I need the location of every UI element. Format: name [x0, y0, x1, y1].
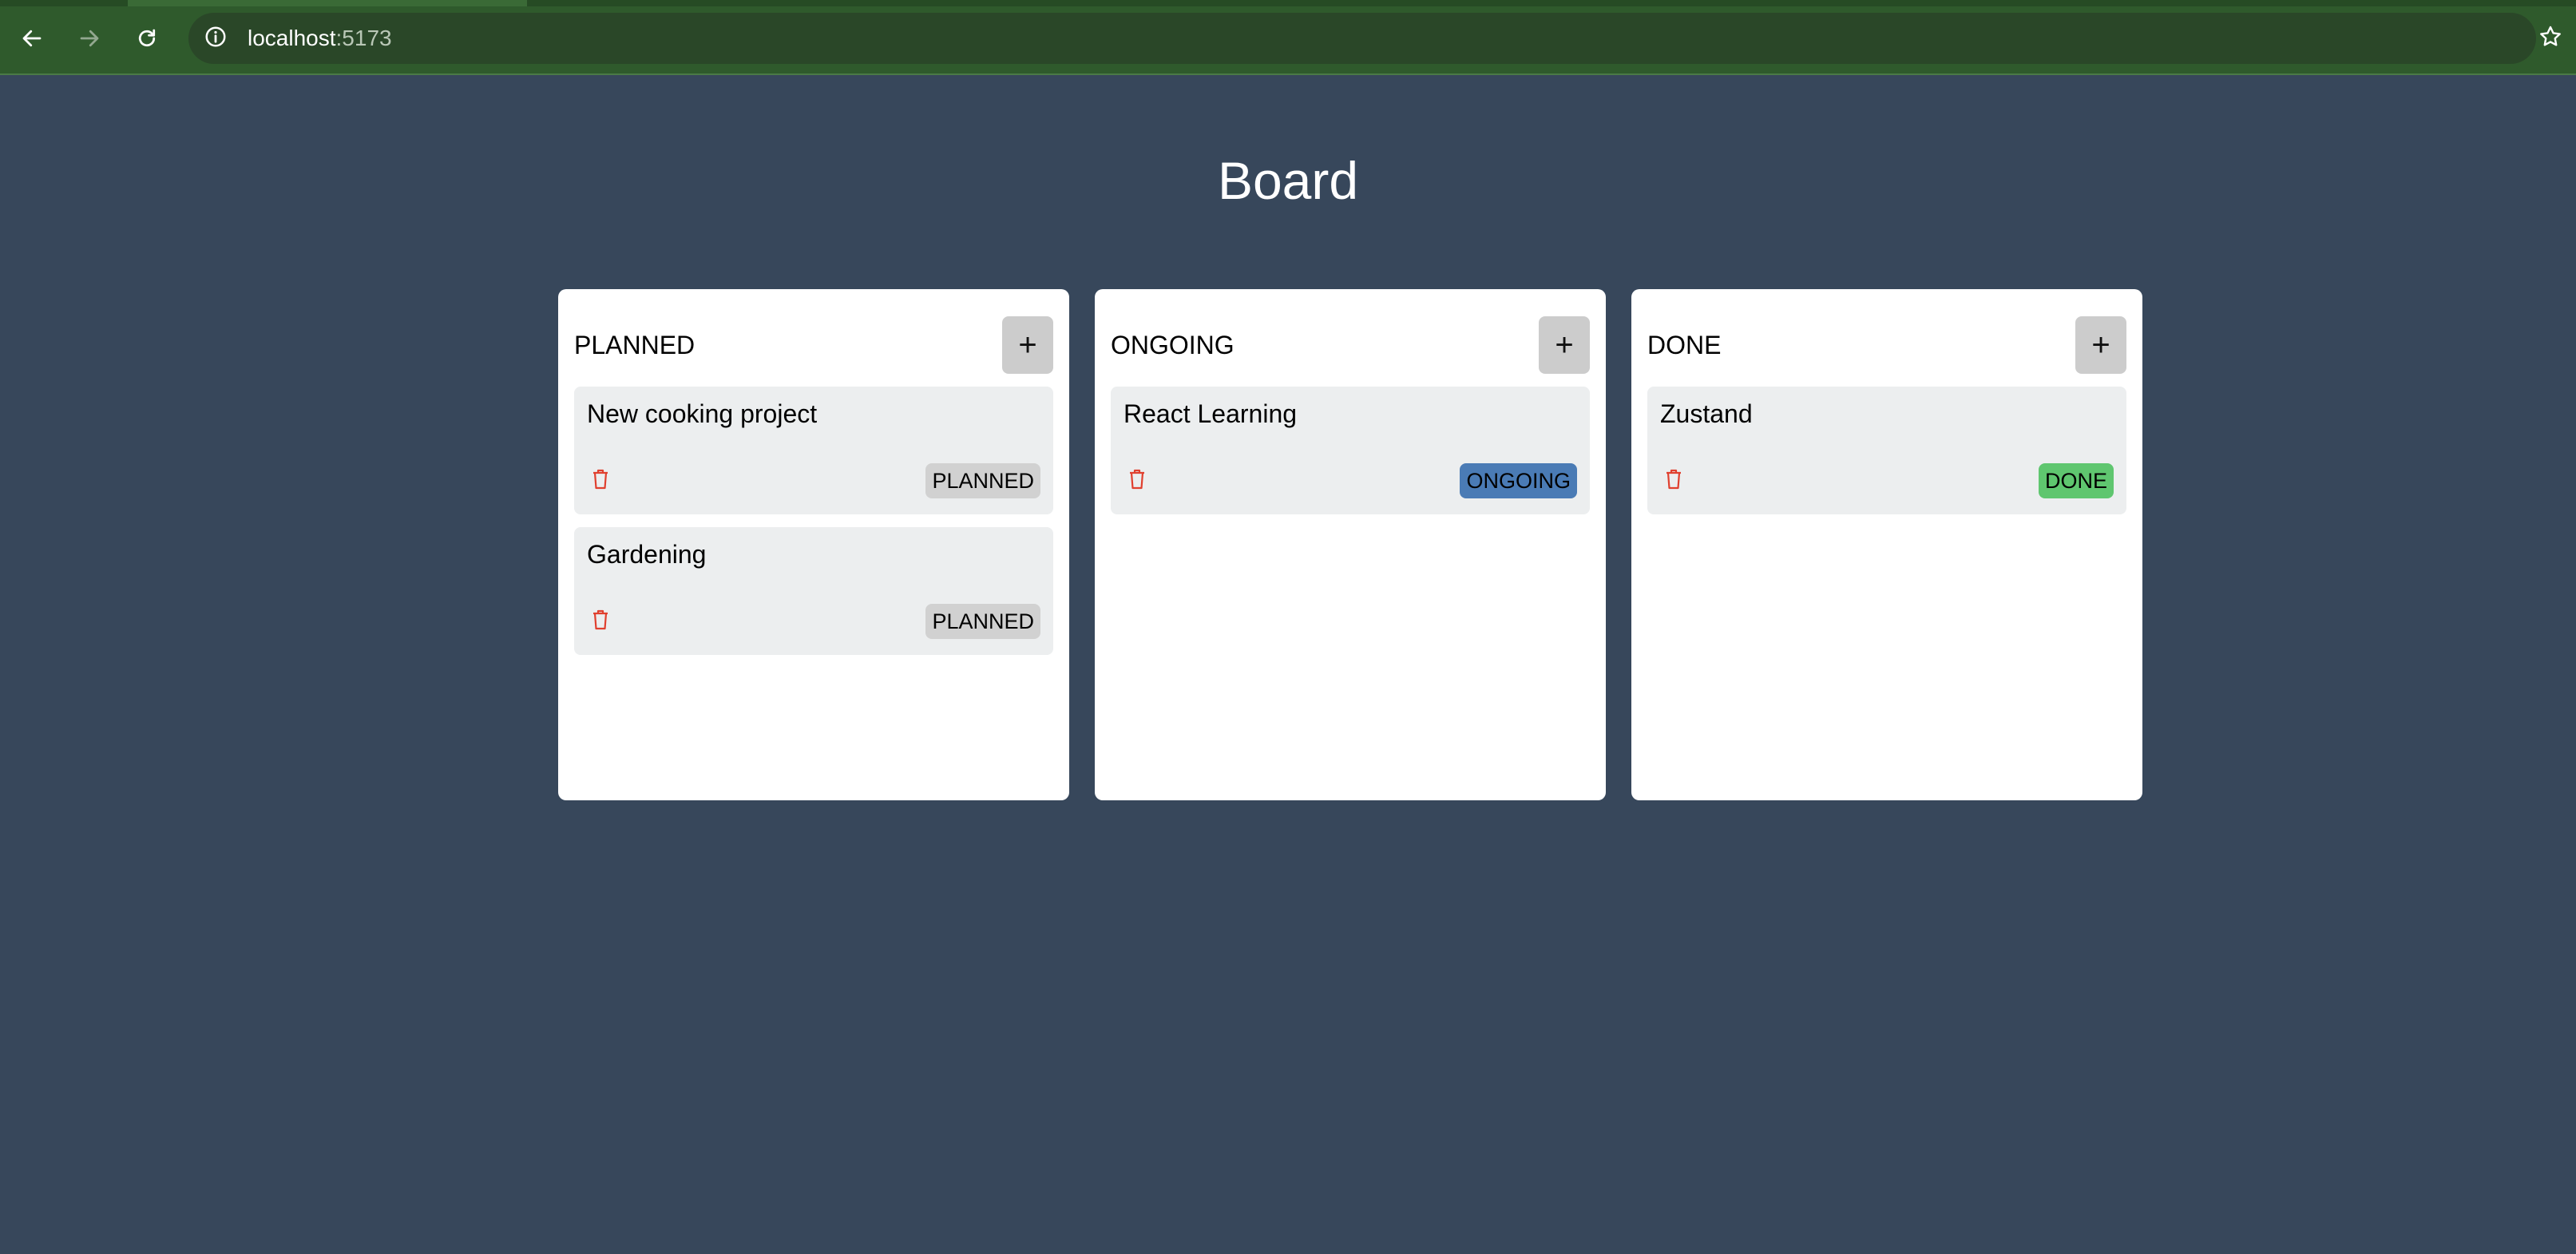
delete-task-button[interactable] — [589, 607, 612, 636]
status-badge: PLANNED — [925, 463, 1040, 498]
tab-strip — [0, 0, 2576, 6]
active-tab-indicator — [128, 0, 527, 6]
browser-toolbar: localhost:5173 — [0, 0, 2576, 75]
address-bar[interactable]: localhost:5173 — [188, 13, 2536, 64]
forward-button[interactable] — [69, 18, 110, 59]
column-title: ONGOING — [1111, 331, 1234, 359]
column-title: PLANNED — [574, 331, 696, 359]
site-info-button[interactable] — [200, 22, 232, 54]
status-badge: DONE — [2038, 463, 2114, 498]
task-title: New cooking project — [587, 399, 818, 428]
trash-icon — [591, 609, 610, 635]
add-task-button[interactable]: + — [1002, 316, 1053, 374]
task-card[interactable]: Zustand DONE — [1647, 387, 2126, 514]
task-title: Gardening — [587, 540, 707, 569]
task-card[interactable]: New cooking project PLANNED — [574, 387, 1053, 514]
reload-icon — [135, 26, 159, 50]
column-ongoing: ONGOING + React Learning ONGOING — [1095, 289, 1606, 800]
delete-task-button[interactable] — [1662, 466, 1686, 495]
delete-task-button[interactable] — [1125, 466, 1149, 495]
url-host: localhost — [248, 26, 336, 50]
url-port: :5173 — [335, 26, 392, 50]
delete-task-button[interactable] — [589, 466, 612, 495]
arrow-left-icon — [20, 26, 44, 50]
trash-icon — [1127, 468, 1147, 494]
task-card[interactable]: React Learning ONGOING — [1111, 387, 1590, 514]
star-icon — [2538, 24, 2563, 54]
column-header: DONE + — [1647, 316, 2126, 374]
trash-icon — [591, 468, 610, 494]
column-header: PLANNED + — [574, 316, 1053, 374]
task-title: Zustand — [1660, 399, 1753, 428]
url-text[interactable]: localhost:5173 — [248, 24, 392, 53]
status-badge: PLANNED — [925, 604, 1040, 639]
column-done: DONE + Zustand DONE — [1631, 289, 2142, 800]
back-button[interactable] — [11, 18, 53, 59]
column-header: ONGOING + — [1111, 316, 1590, 374]
task-title: React Learning — [1124, 399, 1298, 428]
status-badge: ONGOING — [1460, 463, 1577, 498]
add-task-button[interactable]: + — [1539, 316, 1590, 374]
trash-icon — [1664, 468, 1683, 494]
column-planned: PLANNED + New cooking project PLANNED Ga… — [558, 289, 1069, 800]
arrow-right-icon — [77, 26, 101, 50]
reload-button[interactable] — [126, 18, 168, 59]
page-title: Board — [1217, 151, 1359, 210]
bookmark-button[interactable] — [2530, 18, 2571, 59]
task-card[interactable]: Gardening PLANNED — [574, 527, 1053, 655]
column-title: DONE — [1647, 331, 1722, 359]
info-icon — [204, 25, 228, 53]
add-task-button[interactable]: + — [2075, 316, 2126, 374]
